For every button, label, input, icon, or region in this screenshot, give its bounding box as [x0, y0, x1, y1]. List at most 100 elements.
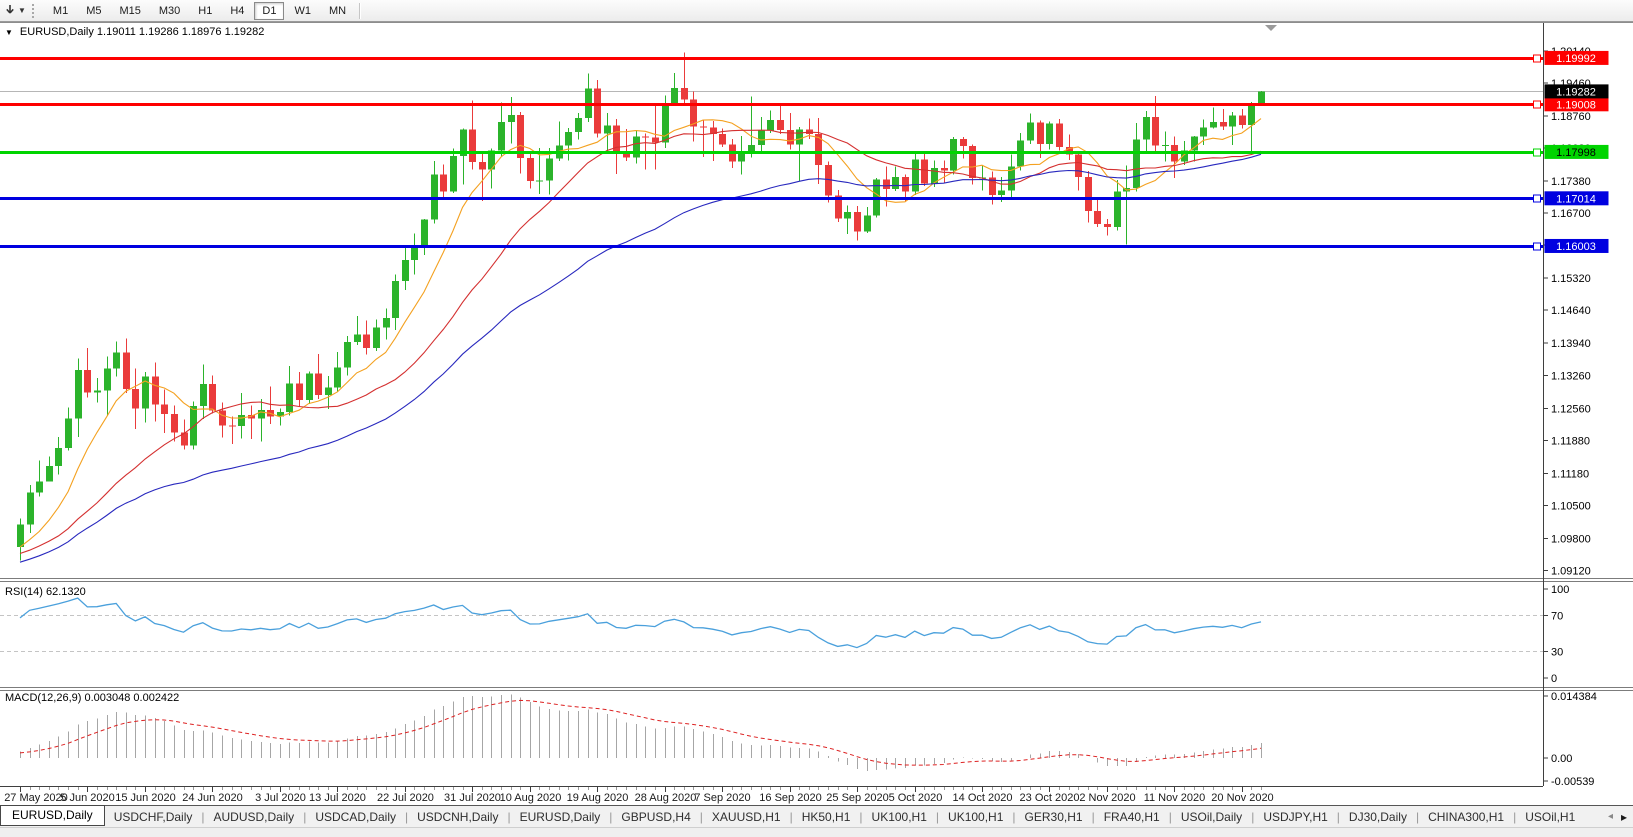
candle-up	[238, 415, 245, 426]
candle-down	[1104, 224, 1111, 227]
chart-tab-china300-h1[interactable]: CHINA300,H1	[1419, 807, 1513, 827]
timeframe-button-h4[interactable]: H4	[222, 2, 252, 20]
date-axis[interactable]: 27 May 20205 Jun 202015 Jun 202024 Jun 2…	[4, 787, 1274, 804]
h-line-handle[interactable]	[1534, 55, 1541, 62]
candle-up	[546, 158, 553, 180]
candle-up	[998, 190, 1005, 195]
chart-tab-uk100-h1[interactable]: UK100,H1	[863, 807, 936, 827]
tab-scroll-right-icon[interactable]: ▸	[1621, 810, 1627, 824]
chart-tab-eurusd-daily[interactable]: EURUSD,Daily	[0, 805, 105, 826]
chart-tab-dj30-daily[interactable]: DJ30,Daily	[1340, 807, 1416, 827]
chart-shift-marker-icon[interactable]	[1265, 25, 1277, 31]
chart-canvas[interactable]: 1.201401.194601.187601.180801.173801.167…	[0, 0, 1633, 837]
candle-down	[652, 138, 659, 143]
timeframe-button-mn[interactable]: MN	[321, 2, 354, 20]
chart-tab-usdchf-daily[interactable]: USDCHF,Daily	[105, 807, 202, 827]
candle-down	[132, 389, 139, 408]
candle-up	[36, 481, 43, 492]
candle-down	[854, 212, 861, 231]
dropdown-caret-icon[interactable]: ▼	[18, 6, 26, 15]
candle-down	[700, 126, 707, 127]
candle-up	[844, 212, 851, 218]
collapse-triangle-icon[interactable]: ▼	[5, 28, 13, 37]
timeframe-button-m5[interactable]: M5	[78, 2, 109, 20]
candle-up	[671, 88, 678, 103]
timeframe-button-h1[interactable]: H1	[190, 2, 220, 20]
h-line-handle[interactable]	[1534, 243, 1541, 250]
chart-tab-audusd-daily[interactable]: AUDUSD,Daily	[205, 807, 304, 827]
price-tick-label: 1.10500	[1551, 500, 1591, 512]
chart-tab-usoil-daily[interactable]: USOil,Daily	[1172, 807, 1251, 827]
timeframe-button-m30[interactable]: M30	[151, 2, 188, 20]
candle-down	[1037, 123, 1044, 144]
candle-down	[84, 370, 91, 393]
candle-up	[325, 388, 332, 396]
candle-up	[950, 139, 957, 171]
h-line-1.19992[interactable]	[0, 55, 1543, 62]
h-line-1.19008[interactable]	[0, 101, 1543, 108]
svg-text:1.19282: 1.19282	[1556, 86, 1596, 98]
pane-splitter[interactable]	[0, 579, 1633, 582]
chart-tab-fra40-h1[interactable]: FRA40,H1	[1095, 807, 1169, 827]
date-label: 19 Aug 2020	[567, 792, 629, 804]
ma-line-sma20[interactable]	[20, 130, 1261, 553]
chart-tab-xauusd-h1[interactable]: XAUUSD,H1	[703, 807, 790, 827]
candle-up	[354, 335, 361, 342]
chart-tab-usdcad-daily[interactable]: USDCAD,Daily	[306, 807, 405, 827]
h-line-handle[interactable]	[1534, 195, 1541, 202]
candle-up	[1027, 123, 1034, 141]
candle-down	[1220, 122, 1227, 126]
svg-text:1.17014: 1.17014	[1556, 193, 1596, 205]
candle-down	[229, 426, 236, 427]
toolbar-drag-handle[interactable]	[32, 4, 38, 18]
mt4-window: ▼ M1M5M15M30H1H4D1W1MN 1.201401.194601.1…	[0, 0, 1633, 837]
chart-tab-hk50-h1[interactable]: HK50,H1	[793, 807, 860, 827]
candle-down	[1239, 116, 1246, 125]
candle-up	[258, 410, 265, 418]
ma-line-ema45[interactable]	[20, 154, 1261, 562]
toolbar: ▼ M1M5M15M30H1H4D1W1MN	[0, 0, 1633, 22]
h-line-1.17998[interactable]	[0, 149, 1543, 156]
date-label: 5 Jun 2020	[60, 792, 114, 804]
candles-layer	[17, 52, 1265, 560]
chart-tab-usoil-h1[interactable]: USOil,H1	[1516, 807, 1584, 827]
candle-up	[912, 159, 919, 191]
tab-scroll-left-icon[interactable]: ◂	[1608, 811, 1613, 822]
timeframe-button-m15[interactable]: M15	[111, 2, 148, 20]
chart-tab-usdcnh-daily[interactable]: USDCNH,Daily	[408, 807, 507, 827]
chart-tab-uk100-h1[interactable]: UK100,H1	[939, 807, 1012, 827]
candle-up	[94, 390, 101, 392]
price-tick-label: 1.09800	[1551, 533, 1591, 545]
timeframe-button-w1[interactable]: W1	[286, 2, 319, 20]
candle-up	[767, 120, 774, 130]
h-line-1.16003[interactable]	[0, 243, 1543, 250]
candle-down	[1152, 117, 1159, 146]
h-line-handle[interactable]	[1534, 101, 1541, 108]
h-line-handle[interactable]	[1534, 149, 1541, 156]
chart-tab-ger30-h1[interactable]: GER30,H1	[1016, 807, 1092, 827]
candle-up	[104, 369, 111, 391]
chart-tab-eurusd-daily[interactable]: EURUSD,Daily	[511, 807, 610, 827]
h-line-1.17014[interactable]	[0, 195, 1543, 202]
timeframe-button-d1[interactable]: D1	[254, 2, 284, 20]
candle-down	[171, 414, 178, 432]
ma-line-sma8[interactable]	[20, 119, 1261, 547]
candle-up	[1046, 124, 1053, 144]
candle-down	[921, 159, 928, 183]
price-tick-label: 1.17380	[1551, 176, 1591, 188]
date-label: 5 Oct 2020	[889, 792, 943, 804]
chart-title-text: EURUSD,Daily 1.19011 1.19286 1.18976 1.1…	[20, 26, 264, 38]
candle-up	[604, 125, 611, 133]
price-label-1.16003: 1.16003	[1545, 239, 1609, 253]
candle-up	[1210, 122, 1217, 127]
timeframe-button-m1[interactable]: M1	[45, 2, 76, 20]
candle-down	[681, 88, 688, 99]
candle-up	[662, 103, 669, 142]
chart-tab-usdjpy-h1[interactable]: USDJPY,H1	[1254, 807, 1336, 827]
candle-down	[469, 130, 476, 163]
chart-title: ▼ EURUSD,Daily 1.19011 1.19286 1.18976 1…	[5, 26, 264, 38]
chart-tab-gbpusd-h4[interactable]: GBPUSD,H4	[612, 807, 699, 827]
date-label: 22 Jul 2020	[377, 792, 434, 804]
pane-splitter[interactable]	[0, 688, 1633, 691]
candle-up	[565, 132, 572, 146]
